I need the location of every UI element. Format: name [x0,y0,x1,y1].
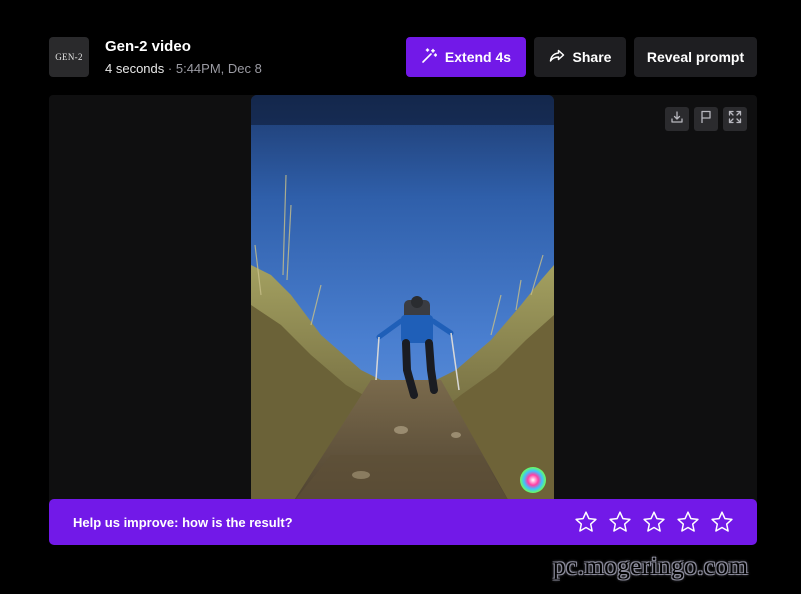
download-icon [670,110,684,129]
reveal-prompt-label: Reveal prompt [646,49,745,65]
feedback-label: Help us improve: how is the result? [73,515,293,530]
star-icon-2[interactable] [608,510,632,534]
flag-button[interactable] [694,107,718,131]
star-icon-3[interactable] [642,510,666,534]
expand-icon [728,110,742,129]
star-icon-5[interactable] [710,510,734,534]
flag-icon [699,110,713,129]
video-tools [665,107,747,131]
download-button[interactable] [665,107,689,131]
share-label: Share [572,49,612,65]
star-icon-1[interactable] [574,510,598,534]
site-watermark: pc.mogeringo.com [553,553,749,580]
share-button[interactable]: Share [534,37,626,77]
star-rating [574,510,734,534]
header: GEN-2 Gen-2 video 4 seconds · 5:44PM, De… [49,37,757,77]
hiker-video-frame [251,95,554,505]
feedback-bar: Help us improve: how is the result? [49,499,757,545]
video-duration: 4 seconds [105,61,165,76]
extend-label: Extend 4s [444,49,512,65]
video-stage [49,95,757,505]
video-timestamp: 5:44PM, Dec 8 [175,61,262,76]
reveal-prompt-button[interactable]: Reveal prompt [634,37,757,77]
video-title: Gen-2 video [105,38,191,55]
expand-button[interactable] [723,107,747,131]
meta-separator: · [167,61,173,76]
extend-button[interactable]: Extend 4s [406,37,526,77]
share-arrow-icon [549,48,565,67]
magic-wand-icon [421,47,438,67]
video-player[interactable] [251,95,554,505]
video-meta: 4 seconds · 5:44PM, Dec 8 [105,61,262,76]
video-thumbnail[interactable]: GEN-2 [49,37,89,77]
star-icon-4[interactable] [676,510,700,534]
